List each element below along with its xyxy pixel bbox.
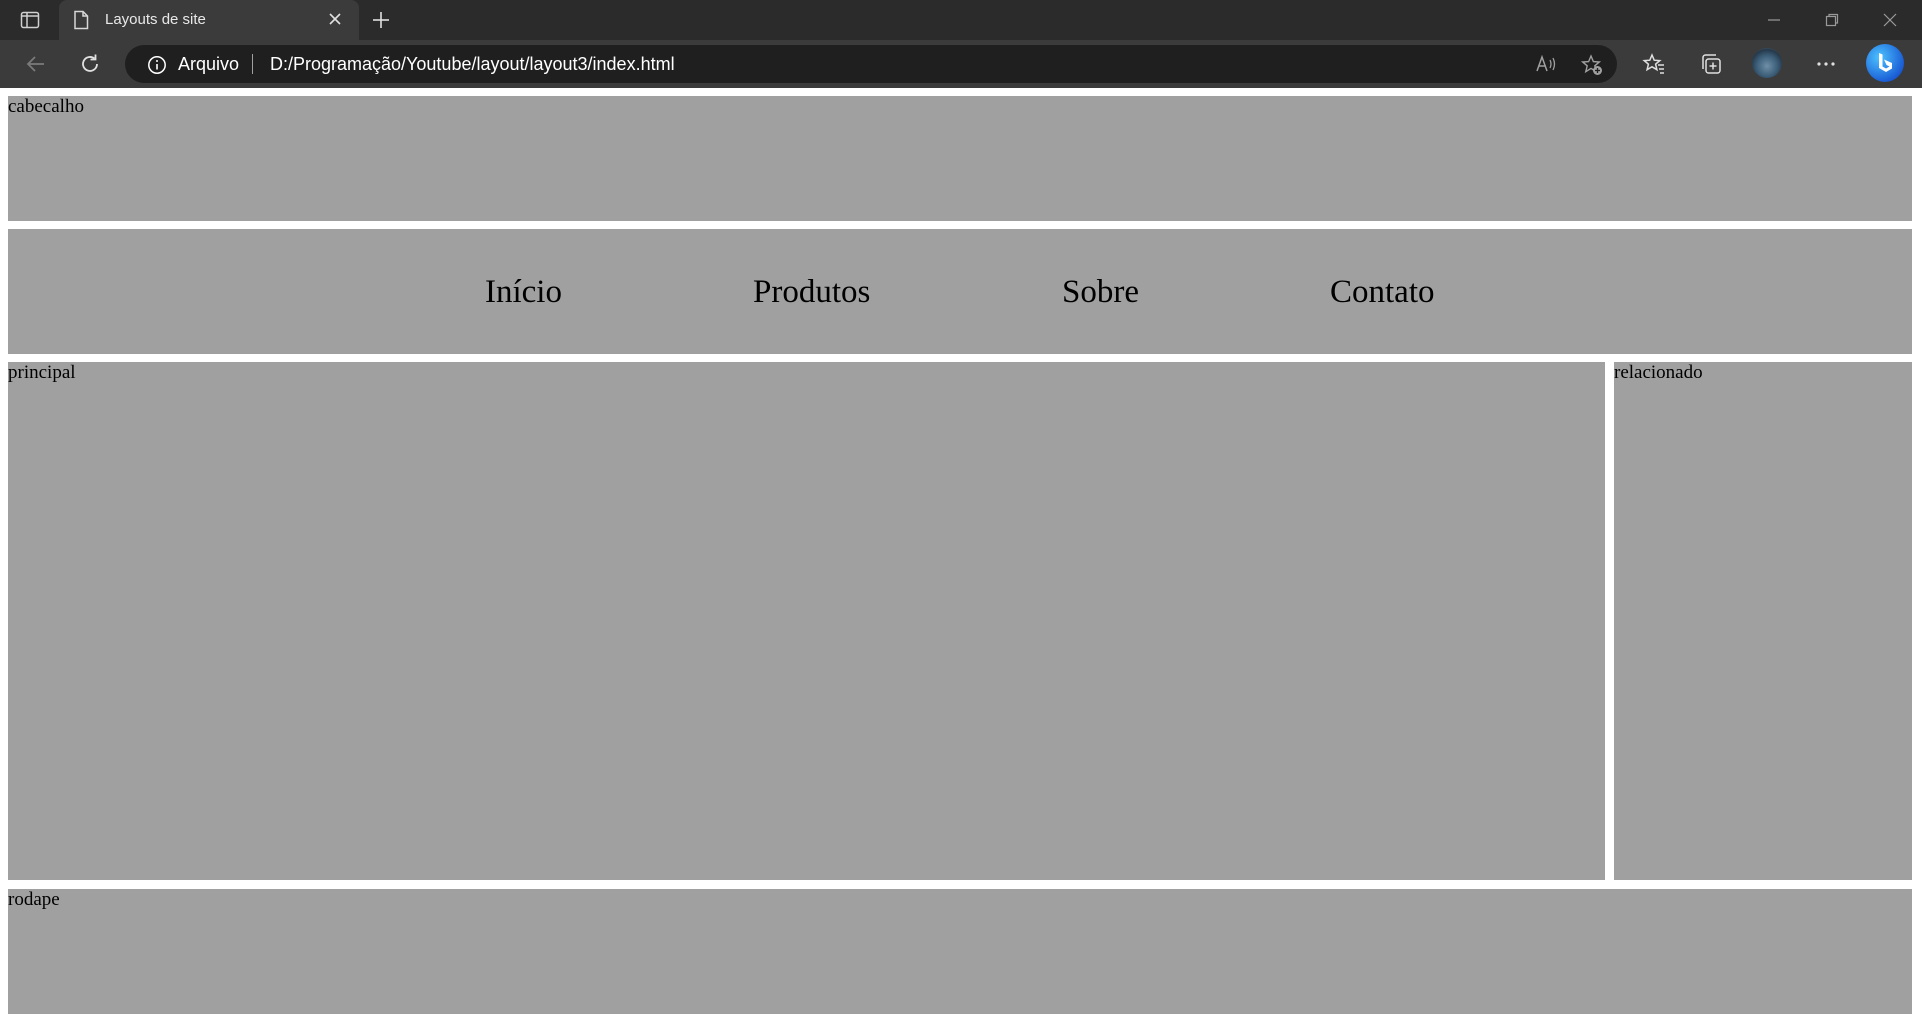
related-sidebar: relacionado bbox=[1614, 362, 1912, 880]
main-section: principal bbox=[8, 362, 1605, 880]
more-options-icon[interactable] bbox=[1814, 52, 1838, 76]
menu-item-produtos[interactable]: Produtos bbox=[753, 273, 870, 311]
header-section: cabecalho bbox=[8, 96, 1912, 221]
back-arrow-icon[interactable] bbox=[24, 52, 48, 76]
tab-title: Layouts de site bbox=[105, 11, 206, 28]
menu-item-inicio[interactable]: Início bbox=[485, 273, 562, 311]
site-info-label[interactable]: Arquivo bbox=[178, 54, 239, 75]
tab-actions-icon[interactable] bbox=[14, 8, 46, 32]
document-icon bbox=[73, 10, 89, 30]
address-bar[interactable]: Arquivo D:/Programação/Youtube/layout/la… bbox=[125, 45, 1617, 83]
info-icon[interactable] bbox=[147, 55, 167, 75]
collections-icon[interactable] bbox=[1699, 52, 1723, 76]
close-tab-icon[interactable] bbox=[327, 11, 343, 27]
read-aloud-icon[interactable] bbox=[1535, 54, 1557, 74]
profile-avatar[interactable] bbox=[1752, 48, 1782, 78]
menu-item-contato[interactable]: Contato bbox=[1330, 273, 1435, 311]
new-tab-icon[interactable] bbox=[370, 9, 392, 31]
browser-titlebar: Layouts de site bbox=[0, 0, 1922, 40]
header-label: cabecalho bbox=[8, 96, 84, 117]
minimize-icon[interactable] bbox=[1766, 12, 1782, 28]
address-separator bbox=[252, 54, 253, 74]
browser-tab-active[interactable]: Layouts de site bbox=[59, 0, 359, 40]
footer-section: rodape bbox=[8, 889, 1912, 1014]
main-label: principal bbox=[8, 362, 76, 383]
url-text[interactable]: D:/Programação/Youtube/layout/layout3/in… bbox=[270, 54, 675, 75]
browser-toolbar: Arquivo D:/Programação/Youtube/layout/la… bbox=[0, 40, 1922, 88]
related-label: relacionado bbox=[1614, 362, 1703, 383]
add-favorite-icon[interactable] bbox=[1581, 54, 1603, 76]
bing-copilot-icon[interactable] bbox=[1866, 44, 1904, 82]
refresh-icon[interactable] bbox=[78, 52, 102, 76]
nav-menu: Início Produtos Sobre Contato bbox=[8, 229, 1912, 354]
footer-label: rodape bbox=[8, 889, 60, 910]
restore-icon[interactable] bbox=[1824, 12, 1840, 28]
close-window-icon[interactable] bbox=[1882, 12, 1898, 28]
menu-item-sobre[interactable]: Sobre bbox=[1062, 273, 1139, 311]
favorites-icon[interactable] bbox=[1642, 52, 1666, 76]
